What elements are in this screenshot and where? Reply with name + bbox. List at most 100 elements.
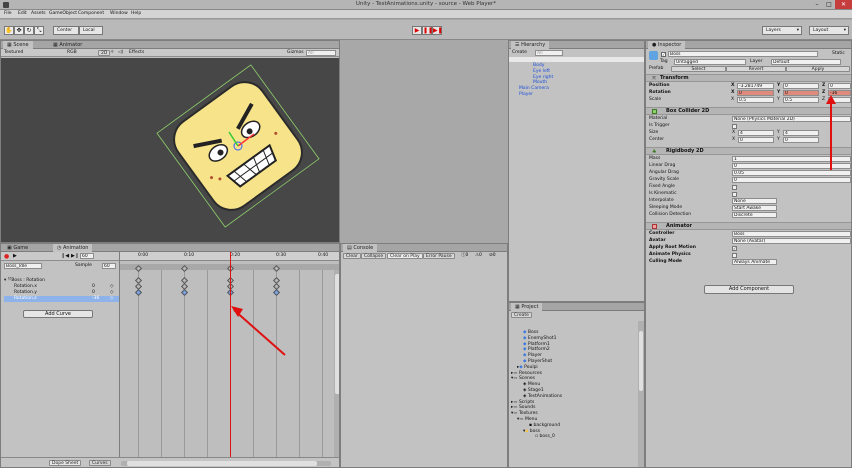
avatar-field[interactable]: None (Avatar): [732, 238, 851, 244]
clip-dropdown[interactable]: Boss_Idle: [4, 263, 42, 269]
object-name-field[interactable]: Boss: [668, 51, 818, 57]
hierarchy-selected-row[interactable]: [509, 57, 644, 62]
is-trigger-checkbox[interactable]: [732, 124, 737, 129]
hierarchy-item-player[interactable]: Player: [519, 92, 553, 98]
center-x-field[interactable]: 0: [738, 137, 774, 143]
lighting-icon[interactable]: ☼: [110, 50, 114, 56]
active-checkbox[interactable]: ✓: [661, 52, 666, 57]
menu-window[interactable]: Window: [110, 11, 128, 17]
prev-key-button[interactable]: ❙◀: [61, 253, 69, 259]
add-curve-button[interactable]: Add Curve: [23, 310, 93, 318]
fixed-angle-checkbox[interactable]: [732, 185, 737, 190]
transform-header[interactable]: ⤧ Transform: [646, 74, 851, 82]
tool-move-icon[interactable]: ✥: [14, 26, 24, 35]
render-mode-dropdown[interactable]: Textured: [4, 50, 23, 56]
next-key-button[interactable]: ▶❙: [71, 253, 79, 259]
tab-console[interactable]: ▤ Console: [343, 244, 378, 252]
mass-field[interactable]: 1: [732, 156, 851, 162]
project-scrollbar[interactable]: [638, 321, 644, 467]
rotation-z-field[interactable]: -36: [828, 90, 851, 96]
maximize-button[interactable]: □: [823, 0, 835, 9]
play-button[interactable]: ▶: [412, 26, 422, 35]
center-y-field[interactable]: 0: [783, 137, 819, 143]
hierarchy-create-button[interactable]: Create: [512, 50, 527, 56]
prefab-revert-button[interactable]: Revert: [726, 66, 786, 72]
console-log[interactable]: [341, 261, 507, 467]
console-error-pause-button[interactable]: Error Pause: [423, 253, 455, 259]
menu-assets[interactable]: Assets: [31, 11, 46, 17]
project-item-boss-0[interactable]: ▫ boss_0: [511, 434, 562, 440]
linear-drag-field[interactable]: 0: [732, 163, 851, 169]
angular-drag-field[interactable]: 0.05: [732, 170, 851, 176]
static-toggle[interactable]: Static: [832, 51, 845, 57]
console-clear-button[interactable]: Clear: [343, 253, 361, 259]
rotation-x-field[interactable]: 0: [737, 90, 774, 96]
position-y-field[interactable]: 0: [783, 83, 819, 89]
tab-game[interactable]: ▣ Game: [3, 244, 32, 252]
scale-x-field[interactable]: 0.5: [737, 97, 774, 103]
tool-scale-icon[interactable]: ⤡: [34, 26, 44, 35]
step-button[interactable]: ▶❚: [432, 26, 443, 35]
collision-dropdown[interactable]: Discrete: [732, 212, 777, 218]
dope-sheet-tab[interactable]: Dope Sheet: [49, 460, 82, 466]
tab-hierarchy[interactable]: ☰ Hierarchy: [511, 41, 550, 49]
gravity-field[interactable]: 0: [732, 177, 851, 183]
add-component-button[interactable]: Add Component: [704, 285, 794, 294]
sleeping-dropdown[interactable]: Start Awake: [732, 205, 777, 211]
layer-dropdown[interactable]: Default: [771, 59, 841, 65]
controller-field[interactable]: Boss: [732, 231, 851, 237]
animator-header[interactable]: Animator: [646, 222, 851, 230]
sample-field[interactable]: 60: [102, 263, 116, 269]
horizontal-scrollbar[interactable]: [121, 461, 331, 466]
tab-project[interactable]: ▦ Project: [511, 303, 543, 311]
tool-rotate-icon[interactable]: ↻: [24, 26, 34, 35]
tab-animator[interactable]: ▦ Animator: [49, 41, 86, 49]
menu-help[interactable]: Help: [131, 11, 141, 17]
prefab-apply-button[interactable]: Apply: [786, 66, 850, 72]
horizontal-scroll-thumb[interactable]: [127, 461, 317, 466]
minimize-button[interactable]: –: [811, 0, 823, 9]
interpolate-dropdown[interactable]: None: [732, 198, 777, 204]
play-clip-button[interactable]: ▶: [13, 253, 17, 259]
menu-file[interactable]: File: [4, 11, 12, 17]
curves-tab[interactable]: Curves: [89, 460, 111, 466]
prefab-select-button[interactable]: Select: [671, 66, 726, 72]
root-motion-checkbox[interactable]: ✓: [732, 246, 737, 251]
layout-dropdown[interactable]: Layout ▾: [809, 26, 849, 35]
tab-animation[interactable]: ◷ Animation: [53, 244, 93, 252]
menu-gameobject[interactable]: GameObject: [49, 11, 77, 17]
culling-dropdown[interactable]: Always Animate: [732, 259, 777, 265]
scene-search-input[interactable]: All: [306, 50, 336, 56]
hierarchy-search-input[interactable]: All: [535, 50, 563, 56]
animate-physics-checkbox[interactable]: [732, 253, 737, 258]
pause-button[interactable]: ❚❚: [422, 26, 433, 35]
record-button[interactable]: ●: [4, 253, 9, 260]
tab-scene[interactable]: ▦ Scene: [3, 41, 33, 49]
scale-z-field[interactable]: 1: [828, 97, 851, 103]
effects-dropdown[interactable]: Effects: [129, 50, 144, 56]
is-kinematic-checkbox[interactable]: [732, 192, 737, 197]
scale-y-field[interactable]: 0.5: [783, 97, 819, 103]
playhead[interactable]: [230, 252, 231, 457]
console-collapse-button[interactable]: Collapse: [361, 253, 387, 259]
box-collider-header[interactable]: Box Collider 2D: [646, 107, 851, 115]
menu-edit[interactable]: Edit: [18, 11, 27, 17]
material-field[interactable]: None (Physics Material 2D): [732, 116, 851, 122]
tab-inspector[interactable]: ● Inspector: [648, 41, 686, 49]
size-x-field[interactable]: 4: [738, 130, 774, 136]
menu-component[interactable]: Component: [78, 11, 104, 17]
project-create-button[interactable]: Create: [511, 312, 532, 318]
timeline[interactable]: 0:00 0:10 0:20 0:30 0:40: [119, 252, 339, 457]
position-x-field[interactable]: -3.281749: [737, 83, 774, 89]
size-y-field[interactable]: 4: [783, 130, 819, 136]
tag-dropdown[interactable]: Untagged: [674, 59, 746, 65]
audio-icon[interactable]: ◁): [118, 50, 123, 56]
rotation-y-field[interactable]: 0: [783, 90, 819, 96]
gizmos-dropdown[interactable]: Gizmos: [287, 50, 304, 56]
frame-field[interactable]: 60: [80, 253, 94, 259]
property-row[interactable]: Rotation.z -36 ◇: [4, 296, 119, 302]
layers-dropdown[interactable]: Layers ▾: [762, 26, 802, 35]
tool-hand-icon[interactable]: ✋: [4, 26, 14, 35]
project-scroll-thumb[interactable]: [639, 331, 643, 391]
console-clear-on-play-button[interactable]: Clear on Play: [387, 253, 423, 259]
